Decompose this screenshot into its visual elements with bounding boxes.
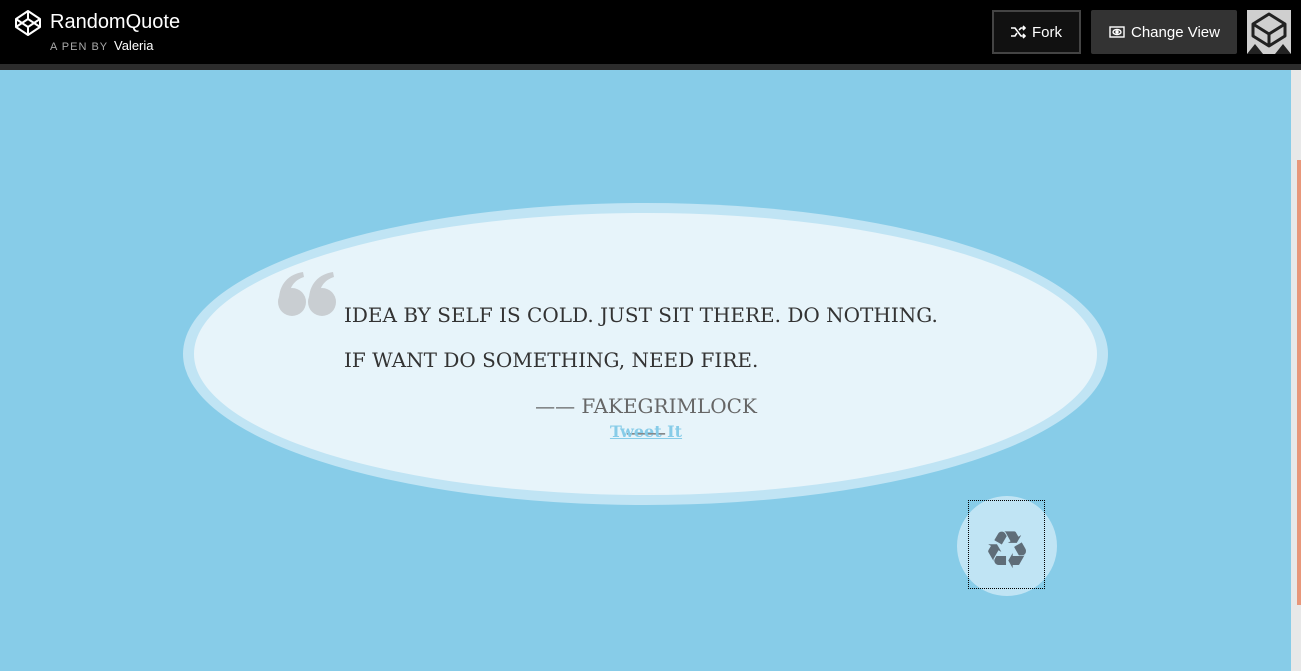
- scrollbar-thumb[interactable]: [1297, 160, 1301, 605]
- pen-title[interactable]: RandomQuote: [50, 10, 180, 34]
- user-avatar-icon: [1247, 10, 1291, 54]
- tweet-link[interactable]: Tweet It: [596, 421, 696, 443]
- recycle-icon[interactable]: ♻: [979, 523, 1035, 579]
- fork-icon: [1011, 25, 1026, 39]
- pen-author-line: A PEN BY Valeria: [50, 38, 154, 55]
- quote-text-line-1: IDEA BY SELF IS COLD. JUST SIT THERE. DO…: [344, 303, 938, 327]
- pen-author[interactable]: Valeria: [114, 38, 154, 53]
- top-bar-shadow: [0, 64, 1301, 70]
- top-bar: RandomQuote A PEN BY Valeria Fork Change…: [0, 0, 1301, 64]
- fork-label: Fork: [1032, 23, 1062, 41]
- quote-mark-icon: [278, 272, 336, 316]
- codepen-logo-icon[interactable]: [14, 9, 42, 37]
- pen-by-label: A PEN BY: [50, 41, 108, 53]
- eye-icon: [1109, 26, 1125, 38]
- quote-text-line-2: IF WANT DO SOMETHING, NEED FIRE.: [344, 348, 759, 372]
- change-view-button[interactable]: Change View: [1091, 10, 1237, 54]
- fork-button[interactable]: Fork: [992, 10, 1081, 54]
- avatar[interactable]: [1247, 10, 1291, 54]
- change-view-label: Change View: [1131, 23, 1220, 41]
